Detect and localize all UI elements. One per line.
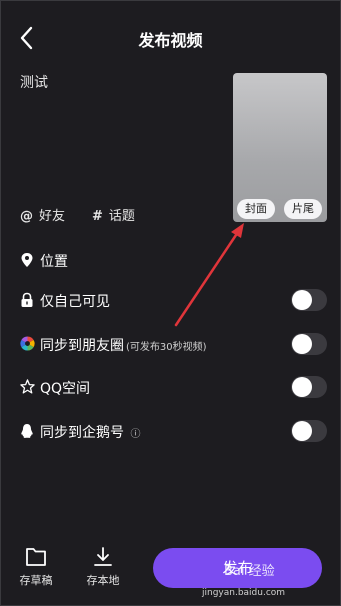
settings-row-moments: 同步到朋友圈 (可发布30秒视频) xyxy=(0,333,341,357)
save-local-label: 存本地 xyxy=(86,574,120,587)
toggle-knob xyxy=(292,421,312,441)
moments-note: (可发布30秒视频) xyxy=(126,342,207,353)
page-title: 发布视频 xyxy=(138,31,203,50)
settings-row-penguin: 同步到企鹅号 ⓘ xyxy=(0,420,341,444)
lock-icon xyxy=(21,292,33,307)
moments-label: 同步到朋友圈 (可发布30秒视频) xyxy=(40,335,207,355)
moments-toggle[interactable] xyxy=(291,333,327,355)
hashtag-icon: # xyxy=(92,209,103,224)
mention-friends-label: 好友 xyxy=(39,209,66,224)
penguin-label-text: 同步到企鹅号 xyxy=(40,425,124,441)
watermark-url: jingyan.baidu.com xyxy=(202,588,286,598)
cover-button[interactable]: 封面 xyxy=(237,199,275,219)
location-label: 位置 xyxy=(40,254,68,270)
penguin-toggle[interactable] xyxy=(291,420,327,442)
cover-thumbnail[interactable]: 封面 片尾 xyxy=(233,73,327,222)
private-toggle[interactable] xyxy=(291,289,327,311)
wechat-moments-icon xyxy=(20,336,35,351)
folder-icon xyxy=(26,548,46,566)
toggle-knob xyxy=(292,290,312,310)
tail-button[interactable]: 片尾 xyxy=(284,199,322,219)
caption-text[interactable]: 测试 xyxy=(20,72,48,92)
penguin-icon xyxy=(21,424,33,438)
topic-button[interactable]: # 话题 xyxy=(92,205,135,224)
save-local-button[interactable]: 存本地 xyxy=(78,546,128,588)
qzone-toggle[interactable] xyxy=(291,376,327,398)
location-pin-icon xyxy=(21,253,33,267)
save-draft-button[interactable]: 存草稿 xyxy=(11,546,61,588)
qzone-star-icon xyxy=(20,379,35,394)
mention-friends-button[interactable]: @ 好友 xyxy=(20,205,65,224)
watermark: Bai 经验 xyxy=(224,564,275,579)
topic-label: 话题 xyxy=(108,209,135,224)
save-draft-label: 存草稿 xyxy=(19,574,53,587)
toggle-knob xyxy=(292,377,312,397)
toggle-knob xyxy=(292,334,312,354)
moments-label-text: 同步到朋友圈 xyxy=(40,338,124,354)
settings-row-location[interactable]: 位置 xyxy=(0,249,341,273)
header-bar: 发布视频 xyxy=(0,0,341,74)
settings-row-qzone: QQ空间 xyxy=(0,376,341,400)
qzone-label: QQ空间 xyxy=(40,381,91,397)
download-icon xyxy=(94,547,112,566)
penguin-label: 同步到企鹅号 ⓘ xyxy=(40,422,140,442)
at-icon: @ xyxy=(20,209,33,224)
settings-row-private: 仅自己可见 xyxy=(0,289,341,313)
private-label: 仅自己可见 xyxy=(40,294,110,310)
info-icon[interactable]: ⓘ xyxy=(130,429,140,440)
